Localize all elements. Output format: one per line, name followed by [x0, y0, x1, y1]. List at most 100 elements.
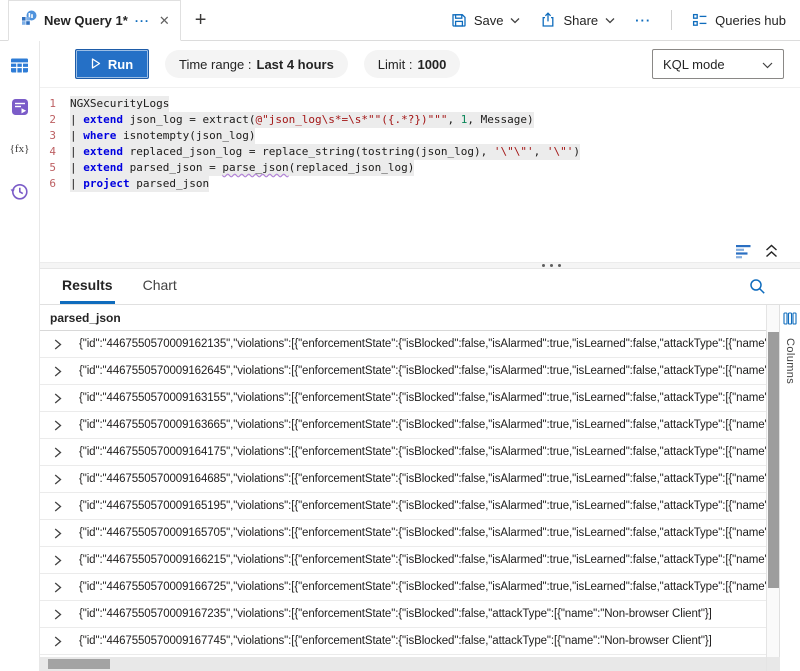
left-nav: {fx} — [0, 41, 40, 671]
code-line[interactable]: 1NGXSecurityLogs — [40, 96, 800, 112]
row-json-text: {"id":"4467550570009165195","violations"… — [79, 500, 766, 512]
sidebar-item-query-doc-icon[interactable] — [10, 97, 30, 117]
code-line[interactable]: 2| extend json_log = extract(@"json_log\… — [40, 112, 800, 128]
kql-mode-select[interactable]: KQL mode — [652, 49, 784, 79]
run-label: Run — [108, 57, 133, 72]
table-row[interactable]: {"id":"4467550570009164685","violations"… — [40, 466, 766, 493]
sidebar-item-history-icon[interactable] — [10, 181, 30, 201]
new-tab-button[interactable]: + — [195, 10, 207, 30]
table-row[interactable]: {"id":"4467550570009167745","violations"… — [40, 628, 766, 655]
line-number: 2 — [40, 112, 70, 128]
panel-splitter-handle[interactable] — [40, 262, 800, 269]
row-expand-chevron-icon[interactable] — [54, 474, 62, 485]
share-icon — [540, 12, 556, 28]
column-header-parsed-json[interactable]: parsed_json — [40, 305, 766, 331]
query-tab[interactable]: New Query 1* ··· ✕ — [8, 0, 181, 41]
row-expand-chevron-icon[interactable] — [54, 447, 62, 458]
code-content: | where isnotempty(json_log) — [70, 128, 255, 144]
tab-close-button[interactable]: ✕ — [159, 13, 170, 29]
time-range-picker[interactable]: Time range : Last 4 hours — [165, 50, 348, 78]
row-json-text: {"id":"4467550570009163155","violations"… — [79, 392, 766, 404]
save-button[interactable]: Save — [451, 12, 521, 28]
kql-mode-value: KQL mode — [663, 57, 725, 72]
table-row[interactable]: {"id":"4467550570009163155","violations"… — [40, 385, 766, 412]
row-expand-chevron-icon[interactable] — [54, 636, 62, 647]
sidebar-item-functions-icon[interactable]: {fx} — [10, 139, 30, 159]
queries-hub-button[interactable]: Queries hub — [692, 12, 786, 28]
code-line[interactable]: 3| where isnotempty(json_log) — [40, 128, 800, 144]
line-number: 4 — [40, 144, 70, 160]
code-line[interactable]: 4| extend replaced_json_log = replace_st… — [40, 144, 800, 160]
table-row[interactable]: {"id":"4467550570009165195","violations"… — [40, 493, 766, 520]
line-number: 3 — [40, 128, 70, 144]
columns-panel-toggle[interactable]: Columns — [779, 305, 800, 671]
table-row[interactable]: {"id":"4467550570009167235","violations"… — [40, 601, 766, 628]
tab-more-button[interactable]: ··· — [135, 14, 150, 28]
query-editor[interactable]: 1NGXSecurityLogs2| extend json_log = ext… — [40, 88, 800, 240]
results-table: parsed_json {"id":"4467550570009162135",… — [40, 305, 766, 671]
format-query-icon[interactable] — [735, 244, 753, 259]
row-json-text: {"id":"4467550570009163665","violations"… — [79, 419, 766, 431]
query-toolbar: Run Time range : Last 4 hours Limit : 10… — [40, 41, 800, 88]
row-expand-chevron-icon[interactable] — [54, 420, 62, 431]
row-expand-chevron-icon[interactable] — [54, 555, 62, 566]
search-icon[interactable] — [749, 278, 766, 295]
table-row[interactable]: {"id":"4467550570009165705","violations"… — [40, 520, 766, 547]
code-lines: 1NGXSecurityLogs2| extend json_log = ext… — [40, 96, 800, 192]
line-number: 5 — [40, 160, 70, 176]
horizontal-scrollbar[interactable] — [40, 657, 766, 671]
tab-results[interactable]: Results — [60, 268, 115, 304]
code-content: | extend parsed_json = parse_json(replac… — [70, 160, 414, 176]
vertical-scrollbar[interactable] — [766, 305, 779, 671]
more-actions-button[interactable]: ··· — [635, 13, 651, 28]
code-content: NGXSecurityLogs — [70, 96, 169, 112]
kql-mode-chevron-down-icon — [762, 57, 773, 72]
horizontal-scrollbar-thumb[interactable] — [48, 659, 110, 669]
table-row[interactable]: {"id":"4467550570009162135","violations"… — [40, 331, 766, 358]
row-expand-chevron-icon[interactable] — [54, 393, 62, 404]
row-expand-chevron-icon[interactable] — [54, 582, 62, 593]
row-expand-chevron-icon[interactable] — [54, 501, 62, 512]
code-line[interactable]: 5| extend parsed_json = parse_json(repla… — [40, 160, 800, 176]
row-json-text: {"id":"4467550570009162135","violations"… — [79, 338, 766, 350]
table-row[interactable]: {"id":"4467550570009166215","violations"… — [40, 547, 766, 574]
limit-label: Limit : — [378, 57, 413, 72]
row-expand-chevron-icon[interactable] — [54, 609, 62, 620]
fx-icon: {fx} — [10, 143, 30, 155]
collapse-editor-icon[interactable] — [765, 244, 778, 258]
limit-picker[interactable]: Limit : 1000 — [364, 50, 461, 78]
main-panel: Run Time range : Last 4 hours Limit : 10… — [40, 41, 800, 671]
columns-panel-label: Columns — [784, 338, 796, 384]
results-rows: {"id":"4467550570009162135","violations"… — [40, 331, 766, 657]
play-icon — [91, 57, 101, 72]
code-content: | extend json_log = extract(@"json_log\s… — [70, 112, 534, 128]
tab-title: New Query 1* — [44, 13, 128, 28]
line-number: 6 — [40, 176, 70, 192]
results-body: parsed_json {"id":"4467550570009162135",… — [40, 305, 800, 671]
share-chevron-down-icon — [605, 17, 615, 24]
table-row[interactable]: {"id":"4467550570009164175","violations"… — [40, 439, 766, 466]
row-json-text: {"id":"4467550570009166215","violations"… — [79, 554, 766, 566]
row-expand-chevron-icon[interactable] — [54, 528, 62, 539]
vertical-scrollbar-thumb[interactable] — [768, 332, 779, 588]
row-expand-chevron-icon[interactable] — [54, 366, 62, 377]
table-row[interactable]: {"id":"4467550570009163665","violations"… — [40, 412, 766, 439]
table-row[interactable]: {"id":"4467550570009162645","violations"… — [40, 358, 766, 385]
row-expand-chevron-icon[interactable] — [54, 339, 62, 350]
code-content: | extend replaced_json_log = replace_str… — [70, 144, 580, 160]
time-range-label: Time range : — [179, 57, 252, 72]
sidebar-item-data-table-icon[interactable] — [10, 55, 30, 75]
run-button[interactable]: Run — [75, 49, 149, 79]
columns-icon — [783, 312, 797, 330]
code-line[interactable]: 6| project parsed_json — [40, 176, 800, 192]
share-button[interactable]: Share — [540, 12, 615, 28]
table-row[interactable]: {"id":"4467550570009166725","violations"… — [40, 574, 766, 601]
save-chevron-down-icon — [510, 17, 520, 24]
queries-hub-icon — [692, 12, 708, 28]
save-label: Save — [474, 13, 504, 28]
row-json-text: {"id":"4467550570009164685","violations"… — [79, 473, 766, 485]
tab-chart[interactable]: Chart — [141, 268, 179, 304]
results-panel: Results Chart parsed_json {"id":"4467550… — [40, 269, 800, 671]
row-json-text: {"id":"4467550570009165705","violations"… — [79, 527, 766, 539]
row-json-text: {"id":"4467550570009167235","violations"… — [79, 608, 712, 620]
